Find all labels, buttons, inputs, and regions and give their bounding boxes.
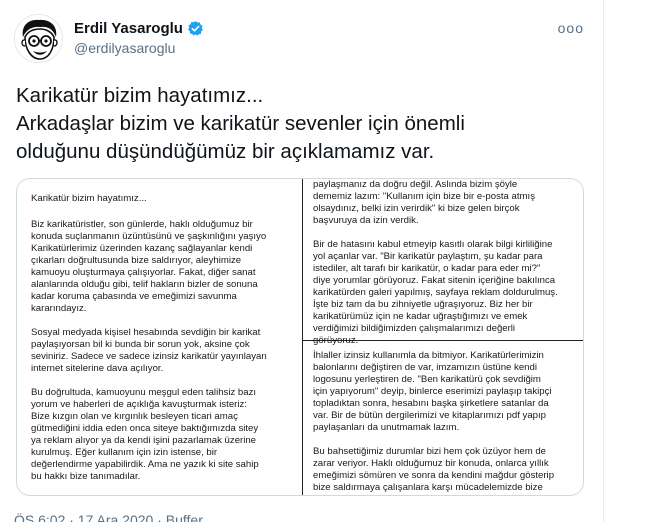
statement-right-bottom-paragraphs: İhlaller izinsiz kullanımla da bitmiyor.… bbox=[313, 350, 581, 495]
statement-paragraph: İhlaller izinsiz kullanımla da bitmiyor.… bbox=[313, 350, 581, 434]
tweet-media-image[interactable]: Karikatür bizim hayatımız... Biz karikat… bbox=[16, 178, 584, 496]
statement-paragraph: Sosyal medyada kişisel hesabında sevdiği… bbox=[31, 327, 293, 375]
statement-left-paragraphs: Biz karikatüristler, son günlerde, haklı… bbox=[31, 219, 293, 483]
statement-right-bottom: İhlaller izinsiz kullanımla da bitmiyor.… bbox=[313, 350, 581, 495]
author-handle[interactable]: @erdilyasaroglu bbox=[74, 40, 175, 56]
statement-line: destek olmanızı diliyoruz. bbox=[313, 494, 581, 495]
statement-line: verdiğimizi bildiğimizden çalışmalarımız… bbox=[313, 323, 516, 334]
author-display-name[interactable]: Erdil Yasaroglu bbox=[74, 20, 183, 37]
statement-line: diye yorumlar görüyoruz. Fakat sitenin i… bbox=[313, 275, 556, 286]
statement-line: İşte biz tam da bu zihniyetle uğraşıyoru… bbox=[313, 299, 533, 310]
statement-paragraph: Biz karikatüristler, son günlerde, haklı… bbox=[31, 219, 293, 315]
statement-line: zarar veriyor. Haklı olduğumuz bir konud… bbox=[313, 458, 549, 469]
tweet-line: Arkadaşlar bizim ve karikatür sevenler i… bbox=[16, 112, 465, 135]
statement-paragraph: Bu bahsettiğimiz durumlar bizi hem çok ü… bbox=[313, 446, 581, 495]
statement-line: kurulmuş. Eğer kullanım için izin istens… bbox=[31, 447, 218, 458]
tweet-text: Karikatür bizim hayatımız... Arkadaşlar … bbox=[16, 82, 596, 166]
statement-paragraph: Bir de hatasını kabul etmeyip kasıtlı ol… bbox=[313, 239, 581, 347]
statement-line: Bir de hatasını kabul etmeyip kasıtlı ol… bbox=[313, 239, 553, 250]
statement-line: ya reklam alıyor ya da kendi işini pazar… bbox=[31, 435, 257, 446]
caricature-avatar-icon[interactable] bbox=[14, 14, 63, 63]
statement-line: kararındayız. bbox=[31, 303, 87, 314]
statement-line: balonlarını değiştiren de var, imzamızın… bbox=[313, 362, 537, 373]
statement-line: var. Bir de bütün dergilerimizi ve kitap… bbox=[313, 410, 547, 421]
statement-title: Karikatür bizim hayatımız... bbox=[31, 193, 147, 204]
statement-line: Karikatürlerimiz üzerinden kazanç sağlay… bbox=[31, 243, 253, 254]
statement-line: alanlarında olduğu gibi, telif hakların … bbox=[31, 279, 258, 290]
statement-line: Bu doğrultuda, kamuoyunu meşgul eden tal… bbox=[31, 387, 257, 398]
statement-line: emeğimizi sömüren ve sonra da kendini ma… bbox=[313, 470, 555, 481]
statement-left-column: Karikatür bizim hayatımız... Biz karikat… bbox=[31, 193, 293, 493]
statement-line: görüyoruz. bbox=[313, 335, 359, 346]
statement-line: kamuoyu oluşturmaya çalışıyorlar. Fakat,… bbox=[31, 267, 256, 278]
statement-line: dememiz lazım: "Kullanım için bize bir e… bbox=[313, 191, 536, 202]
statement-line: logosunu yerleştiren de. "Ben karikatürü… bbox=[313, 374, 541, 385]
statement-line: Bize kızgın olan ve kırgınlık besleyen t… bbox=[31, 411, 238, 422]
statement-right-top-paragraphs: paylaşmanız da doğru değil. Aslında bizi… bbox=[313, 179, 581, 347]
statement-line: değerlendirme yapabilirdik. Ama ne yazık… bbox=[31, 459, 259, 470]
statement-line: Biz karikatüristler, son günlerde, haklı… bbox=[31, 219, 253, 230]
verified-badge-icon bbox=[187, 20, 204, 37]
statement-line: yol açanlar var. "Bir karikatür paylaştı… bbox=[313, 251, 543, 262]
statement-line: olsaydınız, belki izin verirdik" ki bize… bbox=[313, 203, 520, 214]
statement-line: kadar koruma çabasında ve emeğimizi savu… bbox=[31, 291, 237, 302]
statement-line: istediler, alt tarafı bir karikatür, o k… bbox=[313, 263, 541, 274]
tweet-line: olduğunu düşündüğümüz bir açıklamamız va… bbox=[16, 140, 435, 163]
statement-paragraph: Bu doğrultuda, kamuoyunu meşgul eden tal… bbox=[31, 387, 293, 483]
statement-line: gütmediğini iddia eden onca siteye baktı… bbox=[31, 423, 259, 434]
timeline-border bbox=[603, 0, 604, 522]
statement-line: karikatürden galeri yapılmış, sayfaya re… bbox=[313, 287, 558, 298]
statement-line: çıkarları doğrultusunda bize saldırıyor,… bbox=[31, 255, 242, 266]
statement-line: Sosyal medyada kişisel hesabında sevdiği… bbox=[31, 327, 261, 338]
statement-line: paylaşıyorsan bil ki bunda bir sorun yok… bbox=[31, 339, 250, 350]
statement-line: için yapıyorum" deyip, binlerce eserimiz… bbox=[313, 386, 552, 397]
statement-line: başvuruya da izin verdik. bbox=[313, 215, 419, 226]
statement-line: topladıktan sonra, hesabını başka şirket… bbox=[313, 398, 549, 409]
statement-right-top: paylaşmanız da doğru değil. Aslında bizi… bbox=[313, 179, 581, 359]
statement-paragraph: paylaşmanız da doğru değil. Aslında bizi… bbox=[313, 179, 581, 227]
column-divider bbox=[302, 179, 303, 495]
tweet-header: Erdil Yasaroglu @erdilyasaroglu ooo bbox=[14, 12, 594, 68]
more-options-icon[interactable]: ooo bbox=[558, 20, 584, 36]
statement-line: internet sitelerine dava açılıyor. bbox=[31, 363, 164, 374]
statement-line: seviniriz. Sadece ve sadece izinsiz kari… bbox=[31, 351, 267, 362]
statement-line: bize saldırmaya çalışanlara karşı mücade… bbox=[313, 482, 543, 493]
statement-line: karikatürümüz için ne kadar uğraştığımız… bbox=[313, 311, 528, 322]
statement-line: Bu bahsettiğimiz durumlar bizi hem çok ü… bbox=[313, 446, 547, 457]
author-name-row: Erdil Yasaroglu bbox=[74, 20, 204, 37]
statement-line: bu hakkı bize tanımadılar. bbox=[31, 471, 141, 482]
tweet-timestamp[interactable]: ÖS 6:02 · 17 Ara 2020 · Buffer bbox=[14, 512, 203, 522]
statement-line: paylaşmanız da doğru değil. Aslında bizi… bbox=[313, 179, 518, 190]
statement-line: paylaşanları da unutmamak lazım. bbox=[313, 422, 460, 433]
statement-line: konuda suçlanmanın üzüntüsünü ve şaşkınl… bbox=[31, 231, 267, 242]
tweet-line: Karikatür bizim hayatımız... bbox=[16, 84, 264, 107]
statement-line: İhlaller izinsiz kullanımla da bitmiyor.… bbox=[313, 350, 544, 361]
statement-line: yorum ve haberleri de açıklığa kavuşturm… bbox=[31, 399, 247, 410]
